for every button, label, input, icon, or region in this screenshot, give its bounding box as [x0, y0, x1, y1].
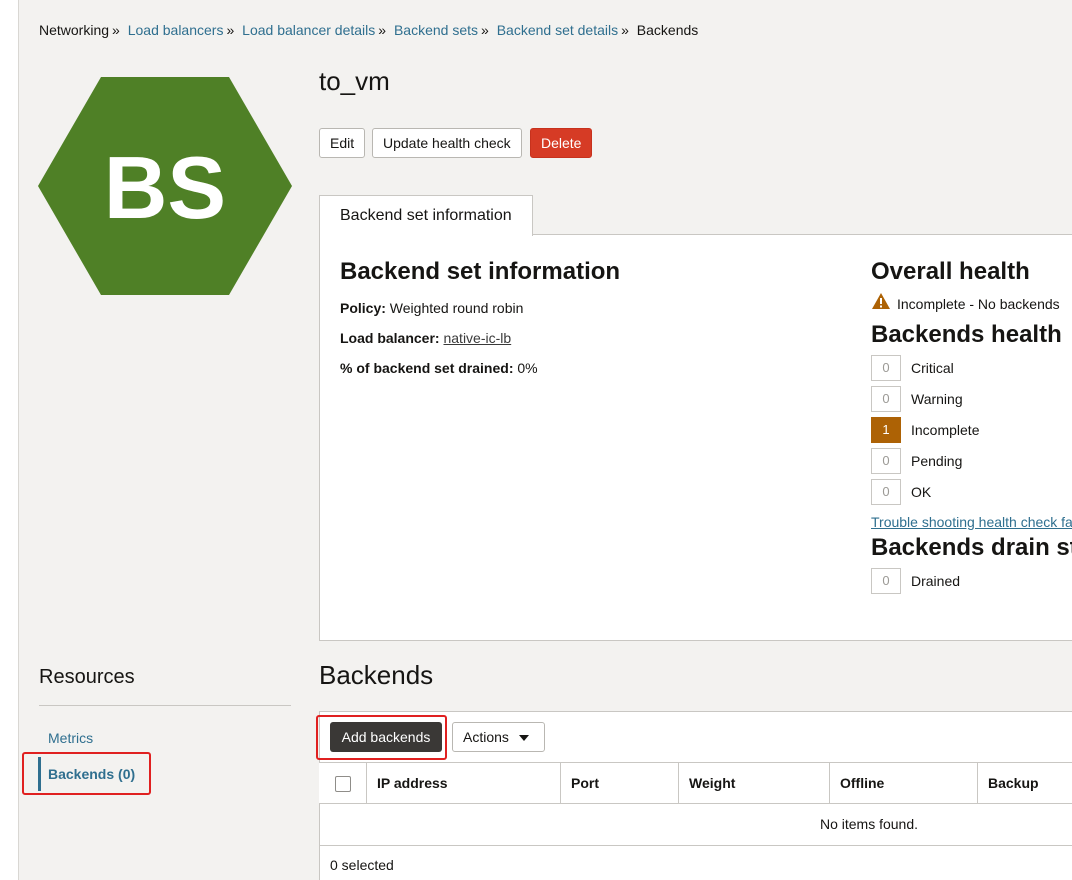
- load-balancer-line: Load balancer: native-ic-lb: [340, 330, 511, 346]
- health-label: OK: [911, 484, 932, 500]
- highlight-box-backends-resource: [22, 752, 151, 795]
- resources-title: Resources: [39, 666, 135, 688]
- health-row-critical[interactable]: 0 Critical: [871, 355, 954, 381]
- hexagon-label: BS: [104, 138, 226, 237]
- warning-icon: [872, 293, 890, 309]
- breadcrumb-separator: »: [621, 22, 629, 38]
- drain-count-badge: 0: [871, 568, 901, 594]
- actions-dropdown-button[interactable]: Actions: [452, 722, 545, 752]
- backends-health-heading: Backends health: [871, 321, 1062, 348]
- column-header-offline[interactable]: Offline: [840, 762, 884, 804]
- drain-label: Drained: [911, 573, 961, 589]
- overall-health-heading: Overall health: [871, 258, 1030, 285]
- health-row-ok[interactable]: 0 OK: [871, 479, 931, 505]
- actions-label: Actions: [463, 729, 509, 745]
- health-row-incomplete[interactable]: 1 Incomplete: [871, 417, 979, 443]
- column-divider: [977, 762, 978, 804]
- health-row-warning[interactable]: 0 Warning: [871, 386, 963, 412]
- update-health-check-button[interactable]: Update health check: [372, 128, 522, 158]
- column-header-port[interactable]: Port: [571, 762, 599, 804]
- select-all-checkbox[interactable]: [335, 776, 351, 792]
- load-balancer-link[interactable]: native-ic-lb: [443, 330, 511, 346]
- health-row-pending[interactable]: 0 Pending: [871, 448, 962, 474]
- delete-button[interactable]: Delete: [530, 128, 593, 158]
- column-header-backup[interactable]: Backup: [988, 762, 1039, 804]
- load-balancer-label: Load balancer:: [340, 330, 440, 346]
- left-edge-panel: [0, 0, 19, 880]
- health-count-badge: 0: [871, 355, 901, 381]
- health-label: Warning: [911, 391, 963, 407]
- breadcrumb-separator: »: [226, 22, 235, 38]
- health-count-badge: 0: [871, 448, 901, 474]
- highlight-box-add-backends: [316, 715, 447, 760]
- empty-table-message: No items found.: [819, 816, 919, 832]
- policy-value: Weighted round robin: [389, 300, 524, 316]
- breadcrumb: Networking» Load balancers» Load balance…: [39, 22, 698, 38]
- breadcrumb-root: Networking: [39, 22, 110, 38]
- edit-button[interactable]: Edit: [319, 128, 366, 158]
- page-title: to_vm: [319, 66, 390, 96]
- breadcrumb-load-balancers[interactable]: Load balancers: [128, 22, 224, 38]
- drained-line: % of backend set drained: 0%: [340, 360, 538, 376]
- backend-set-hexagon-icon: BS: [38, 77, 292, 295]
- troubleshooting-link[interactable]: Trouble shooting health check fa: [871, 514, 1072, 530]
- breadcrumb-backend-set-details[interactable]: Backend set details: [497, 22, 618, 38]
- health-label: Incomplete: [911, 422, 980, 438]
- breadcrumb-separator: »: [112, 22, 120, 38]
- breadcrumb-load-balancer-details[interactable]: Load balancer details: [242, 22, 375, 38]
- column-header-weight[interactable]: Weight: [689, 762, 735, 804]
- health-count-badge: 0: [871, 386, 901, 412]
- caret-down-icon: [519, 735, 529, 741]
- drain-row-drained[interactable]: 0 Drained: [871, 568, 960, 594]
- breadcrumb-backend-sets[interactable]: Backend sets: [394, 22, 478, 38]
- overall-health-status: Incomplete - No backends: [897, 296, 1060, 312]
- table-footer-divider: [319, 845, 1072, 846]
- health-count-badge: 0: [871, 479, 901, 505]
- breadcrumb-separator: »: [481, 22, 489, 38]
- selected-count: 0 selected: [330, 857, 394, 873]
- tab-backend-set-information[interactable]: Backend set information: [319, 195, 533, 236]
- info-heading: Backend set information: [340, 258, 621, 285]
- breadcrumb-separator: »: [378, 22, 387, 38]
- health-label: Critical: [911, 360, 954, 376]
- column-divider: [560, 762, 561, 804]
- backends-drain-heading: Backends drain st: [871, 534, 1072, 561]
- column-divider: [366, 762, 367, 804]
- policy-label: Policy:: [340, 300, 386, 316]
- drained-value: 0%: [517, 360, 538, 376]
- column-divider: [829, 762, 830, 804]
- policy-line: Policy: Weighted round robin: [340, 300, 523, 316]
- column-divider: [678, 762, 679, 804]
- resource-item-metrics[interactable]: Metrics: [48, 730, 93, 746]
- breadcrumb-current: Backends: [636, 22, 699, 38]
- health-count-badge: 1: [871, 417, 901, 443]
- resources-divider: [39, 705, 291, 706]
- health-label: Pending: [911, 453, 963, 469]
- backends-section-title: Backends: [319, 660, 434, 690]
- drained-label: % of backend set drained:: [340, 360, 514, 376]
- column-header-ip-address[interactable]: IP address: [377, 762, 448, 804]
